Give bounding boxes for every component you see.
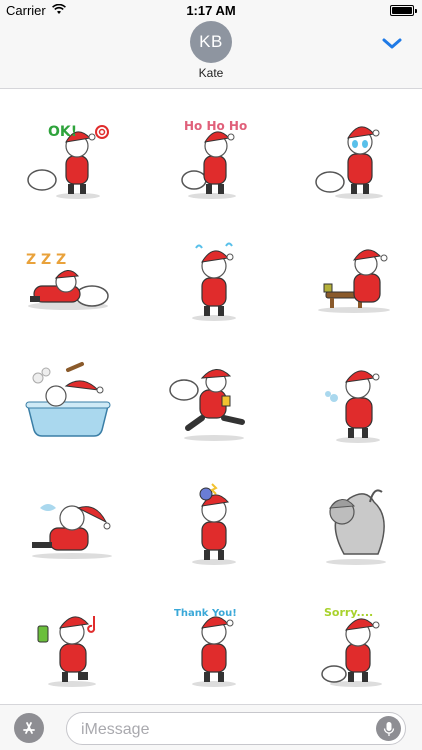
microphone-button[interactable] xyxy=(376,716,401,741)
sticker-santa-sneezing[interactable] xyxy=(304,356,404,446)
microphone-icon xyxy=(383,721,394,736)
status-bar: Carrier 1:17 AM xyxy=(0,0,422,22)
sticker-santa-sleeping[interactable]: Z Z Z xyxy=(20,234,120,324)
sticker-caption: OK! xyxy=(48,124,77,140)
sticker-caption: Z Z Z xyxy=(26,252,66,268)
sticker-santa-thank-you[interactable]: Thank You! xyxy=(162,600,262,690)
message-input-bar: iMessage xyxy=(0,704,422,750)
sticker-caption: Ho Ho Ho xyxy=(184,119,247,133)
sticker-santa-running[interactable] xyxy=(162,356,262,446)
sticker-santa-sitting-tired[interactable] xyxy=(20,478,120,568)
app-store-icon xyxy=(23,722,35,734)
sticker-santa-dizzy[interactable] xyxy=(162,478,262,568)
contact-name[interactable]: Kate xyxy=(0,66,422,80)
battery-icon xyxy=(390,5,417,16)
sticker-caption: Sorry.... xyxy=(324,606,373,619)
message-placeholder: iMessage xyxy=(81,721,150,738)
sticker-santa-sorry[interactable]: Sorry.... xyxy=(304,600,404,690)
sticker-grid: OK! Ho Ho Ho Z Z Z Thank You! Sorry.... xyxy=(0,90,422,704)
sticker-santa-hohoho[interactable]: Ho Ho Ho xyxy=(162,112,262,202)
sticker-santa-eating[interactable] xyxy=(304,234,404,324)
app-store-button[interactable] xyxy=(14,713,44,743)
avatar-initials: KB xyxy=(199,32,223,51)
message-input[interactable]: iMessage xyxy=(66,712,406,745)
sticker-santa-bathtub[interactable] xyxy=(20,356,120,446)
sticker-santa-crying[interactable] xyxy=(304,112,404,202)
sticker-santa-drinking[interactable] xyxy=(20,600,120,690)
sticker-santa-gray-sack[interactable] xyxy=(304,478,404,568)
sticker-santa-ok[interactable]: OK! xyxy=(20,112,120,202)
chevron-down-icon[interactable] xyxy=(380,36,404,52)
contact-avatar[interactable]: KB xyxy=(190,21,232,63)
clock: 1:17 AM xyxy=(186,3,236,18)
sticker-caption: Thank You! xyxy=(174,608,237,619)
sticker-santa-sweating[interactable] xyxy=(162,234,262,324)
